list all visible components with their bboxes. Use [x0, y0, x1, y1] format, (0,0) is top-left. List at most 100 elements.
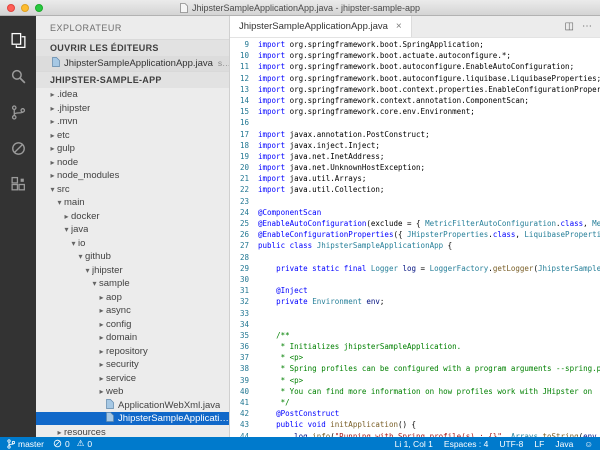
activity-bar-search[interactable]: [0, 58, 36, 94]
tree-folder-java[interactable]: ▾java: [36, 223, 229, 237]
status-cursor-position[interactable]: Li 1, Col 1: [395, 439, 433, 449]
tree-folder-domain[interactable]: ▸domain: [36, 331, 229, 345]
code-line[interactable]: 9import org.springframework.boot.SpringA…: [230, 39, 600, 50]
status-language-mode[interactable]: Java: [555, 439, 573, 449]
code-line[interactable]: 11import org.springframework.boot.autoco…: [230, 61, 600, 72]
tree-folder-io[interactable]: ▾io: [36, 236, 229, 250]
code-line[interactable]: 23: [230, 196, 600, 207]
tree-folder-node-modules[interactable]: ▸node_modules: [36, 169, 229, 183]
chevron-right-icon: ▸: [48, 104, 57, 113]
project-root-header[interactable]: JHIPSTER-SAMPLE-APP: [36, 71, 229, 88]
code-line[interactable]: 14import org.springframework.context.ann…: [230, 95, 600, 106]
code-line[interactable]: 21import java.util.Arrays;: [230, 173, 600, 184]
code-line[interactable]: 30: [230, 274, 600, 285]
tree-folder-etc[interactable]: ▸etc: [36, 128, 229, 142]
open-editor-item[interactable]: JhipsterSampleApplicationApp.javasrc/m..…: [36, 56, 229, 71]
minimize-window-button[interactable]: [21, 4, 29, 12]
feedback-smiley-icon[interactable]: ☺: [584, 439, 593, 449]
editor-tabbar: JhipsterSampleApplicationApp.java × ◫ ⋯: [230, 16, 600, 38]
close-window-button[interactable]: [7, 4, 15, 12]
tree-folder-node[interactable]: ▸node: [36, 155, 229, 169]
line-content: [258, 319, 600, 330]
tree-folder-gulp[interactable]: ▸gulp: [36, 142, 229, 156]
code-line[interactable]: 31 @Inject: [230, 285, 600, 296]
tree-folder-docker[interactable]: ▸docker: [36, 209, 229, 223]
code-line[interactable]: 24@ComponentScan: [230, 207, 600, 218]
code-line[interactable]: 35 /**: [230, 330, 600, 341]
git-branch-indicator[interactable]: master: [7, 439, 44, 449]
tree-folder-github[interactable]: ▾github: [36, 250, 229, 264]
activity-bar-debug[interactable]: [0, 130, 36, 166]
tree-item-label: main: [64, 197, 85, 208]
code-line[interactable]: 33: [230, 308, 600, 319]
tree-folder-.jhipster[interactable]: ▸.jhipster: [36, 101, 229, 115]
code-line[interactable]: 22import java.util.Collection;: [230, 184, 600, 195]
code-line[interactable]: 36 * Initializes jhipsterSampleApplicati…: [230, 341, 600, 352]
code-line[interactable]: 32 private Environment env;: [230, 296, 600, 307]
tree-folder-main[interactable]: ▾main: [36, 196, 229, 210]
open-editors-header[interactable]: OUVRIR LES ÉDITEURS: [36, 39, 229, 56]
line-number: 18: [230, 140, 258, 151]
code-line[interactable]: 13import org.springframework.boot.contex…: [230, 84, 600, 95]
code-line[interactable]: 25@EnableAutoConfiguration(exclude = { M…: [230, 218, 600, 229]
tree-folder-jhipster[interactable]: ▾jhipster: [36, 263, 229, 277]
problems-indicator[interactable]: 0 ⚠ 0: [53, 438, 92, 449]
code-line[interactable]: 28: [230, 252, 600, 263]
tree-folder-security[interactable]: ▸security: [36, 358, 229, 372]
code-line[interactable]: 37 * <p>: [230, 352, 600, 363]
code-line[interactable]: 20import java.net.UnknownHostException;: [230, 162, 600, 173]
code-line[interactable]: 17import javax.annotation.PostConstruct;: [230, 129, 600, 140]
status-encoding[interactable]: UTF-8: [499, 439, 523, 449]
project-root-label: JHIPSTER-SAMPLE-APP: [50, 75, 162, 85]
line-number: 13: [230, 84, 258, 95]
tree-folder-web[interactable]: ▸web: [36, 385, 229, 399]
split-editor-icon[interactable]: ◫: [565, 21, 574, 32]
code-line[interactable]: 40 * You can find more information on ho…: [230, 386, 600, 397]
status-bar-right: Li 1, Col 1 Espaces : 4 UTF-8 LF Java ☺: [395, 439, 593, 449]
tree-folder-src[interactable]: ▾src: [36, 182, 229, 196]
code-line[interactable]: 38 * Spring profiles can be configured w…: [230, 363, 600, 374]
tree-folder-service[interactable]: ▸service: [36, 371, 229, 385]
code-line[interactable]: 41 */: [230, 397, 600, 408]
code-line[interactable]: 18import javax.inject.Inject;: [230, 140, 600, 151]
code-line[interactable]: 42 @PostConstruct: [230, 408, 600, 419]
line-content: * <p>: [258, 352, 600, 363]
tree-folder-.idea[interactable]: ▸.idea: [36, 88, 229, 102]
code-line[interactable]: 15import org.springframework.core.env.En…: [230, 106, 600, 117]
activity-bar-extensions[interactable]: [0, 166, 36, 202]
tree-item-label: github: [85, 251, 111, 262]
tree-folder-repository[interactable]: ▸repository: [36, 344, 229, 358]
tree-folder-resources[interactable]: ▸resources: [36, 425, 229, 437]
code-line[interactable]: 39 * <p>: [230, 375, 600, 386]
chevron-right-icon: ▸: [48, 144, 57, 153]
code-line[interactable]: 27public class JhipsterSampleApplication…: [230, 240, 600, 251]
status-eol[interactable]: LF: [534, 439, 544, 449]
tree-folder-aop[interactable]: ▸aop: [36, 290, 229, 304]
code-line[interactable]: 26@EnableConfigurationProperties({ JHips…: [230, 229, 600, 240]
search-icon: [10, 68, 27, 85]
tree-folder-config[interactable]: ▸config: [36, 317, 229, 331]
chevron-right-icon: ▸: [97, 333, 106, 342]
tree-folder-.mvn[interactable]: ▸.mvn: [36, 115, 229, 129]
tree-folder-async[interactable]: ▸async: [36, 304, 229, 318]
code-line[interactable]: 43 public void initApplication() {: [230, 419, 600, 430]
code-line[interactable]: 16: [230, 117, 600, 128]
tree-file-jhipstersampleapplicationapp.java[interactable]: JhipsterSampleApplicationApp.java: [36, 412, 229, 426]
activity-bar-explorer[interactable]: [0, 22, 36, 58]
editor-tab[interactable]: JhipsterSampleApplicationApp.java ×: [230, 16, 412, 37]
more-actions-icon[interactable]: ⋯: [582, 21, 592, 32]
tab-close-icon[interactable]: ×: [396, 21, 402, 32]
editor-group: JhipsterSampleApplicationApp.java × ◫ ⋯ …: [230, 16, 600, 437]
zoom-window-button[interactable]: [35, 4, 43, 12]
tree-file-applicationwebxml.java[interactable]: ApplicationWebXml.java: [36, 398, 229, 412]
tree-folder-sample[interactable]: ▾sample: [36, 277, 229, 291]
code-line[interactable]: 12import org.springframework.boot.autoco…: [230, 73, 600, 84]
code-line[interactable]: 29 private static final Logger log = Log…: [230, 263, 600, 274]
code-line[interactable]: 19import java.net.InetAddress;: [230, 151, 600, 162]
code-editor[interactable]: 9import org.springframework.boot.SpringA…: [230, 38, 600, 437]
activity-bar-source-control[interactable]: [0, 94, 36, 130]
code-line[interactable]: 10import org.springframework.boot.actuat…: [230, 50, 600, 61]
git-branch-label: master: [18, 439, 44, 449]
status-indentation[interactable]: Espaces : 4: [444, 439, 488, 449]
code-line[interactable]: 34: [230, 319, 600, 330]
